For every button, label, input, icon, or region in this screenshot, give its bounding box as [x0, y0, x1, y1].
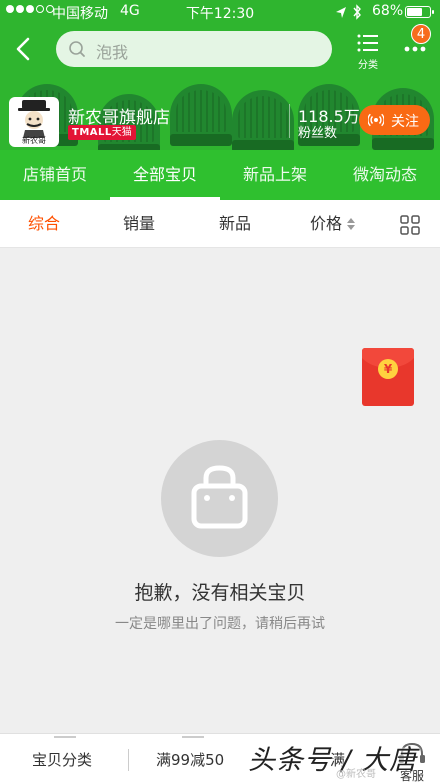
- shop-logo[interactable]: 新农哥: [9, 97, 59, 147]
- empty-state-subtitle: 一定是哪里出了问题，请稍后再试: [115, 616, 325, 632]
- category-button[interactable]: 分类: [350, 32, 386, 71]
- location-icon: [336, 7, 346, 18]
- list-icon: [357, 34, 378, 52]
- tmall-cn: 天猫: [111, 127, 132, 138]
- tmall-latin: TMALL: [72, 127, 112, 138]
- broadcast-icon: [368, 113, 384, 127]
- search-placeholder: 泡我: [96, 43, 129, 62]
- sort-newest[interactable]: 新品: [219, 200, 251, 248]
- logo-text: 新农哥: [22, 136, 46, 145]
- sort-sales[interactable]: 销量: [123, 200, 155, 248]
- follow-button[interactable]: 关注: [359, 105, 430, 135]
- follow-label: 关注: [391, 114, 419, 130]
- sort-bar: 综合 销量 新品 价格: [0, 200, 440, 248]
- divider: [128, 749, 129, 771]
- shopping-bag-icon: [191, 465, 248, 529]
- coin-symbol: ¥: [378, 359, 398, 379]
- sort-price-label: 价格: [310, 214, 343, 233]
- watermark: 头条号 / 大唐: [248, 745, 418, 776]
- category-label: 分类: [358, 60, 378, 71]
- empty-state-illustration: [161, 440, 278, 557]
- status-bar: 中国移动 4G 下午12:30 68%: [0, 0, 440, 24]
- shop-header: 中国移动 4G 下午12:30 68% 泡我 分类 4 新农哥 新农哥旗舰店 T…: [0, 0, 440, 150]
- red-packet-icon[interactable]: ¥: [362, 348, 414, 406]
- fans-label: 粉丝数: [298, 126, 338, 141]
- empty-state-title: 抱歉，没有相关宝贝: [134, 582, 306, 604]
- hat-decoration: [232, 90, 294, 150]
- tab-new-arrivals[interactable]: 新品上架: [220, 150, 330, 200]
- promo-button[interactable]: 满99减50: [156, 734, 224, 783]
- watermark-handle: @新农哥: [336, 769, 376, 780]
- back-arrow-icon[interactable]: [10, 34, 38, 64]
- bluetooth-icon: [353, 4, 361, 20]
- tab-feed[interactable]: 微淘动态: [330, 150, 440, 200]
- battery-percent: 68%: [372, 3, 404, 19]
- tmall-badge: TMALL天猫: [68, 125, 136, 140]
- grid-view-icon[interactable]: [400, 215, 420, 235]
- tab-all-items[interactable]: 全部宝贝: [110, 150, 220, 200]
- hat-decoration: [170, 84, 232, 146]
- tab-home[interactable]: 店铺首页: [0, 150, 110, 200]
- sort-price[interactable]: 价格: [310, 200, 356, 248]
- search-icon: [69, 41, 85, 57]
- sort-overall[interactable]: 综合: [28, 200, 60, 248]
- item-categories-button[interactable]: 宝贝分类: [32, 734, 92, 783]
- shop-tabs: 店铺首页 全部宝贝 新品上架 微淘动态: [0, 150, 440, 200]
- sort-arrows-icon: [347, 217, 356, 230]
- notification-badge: 4: [411, 24, 431, 44]
- divider: [289, 104, 290, 138]
- search-input[interactable]: 泡我: [56, 31, 332, 67]
- battery-icon: [405, 6, 434, 18]
